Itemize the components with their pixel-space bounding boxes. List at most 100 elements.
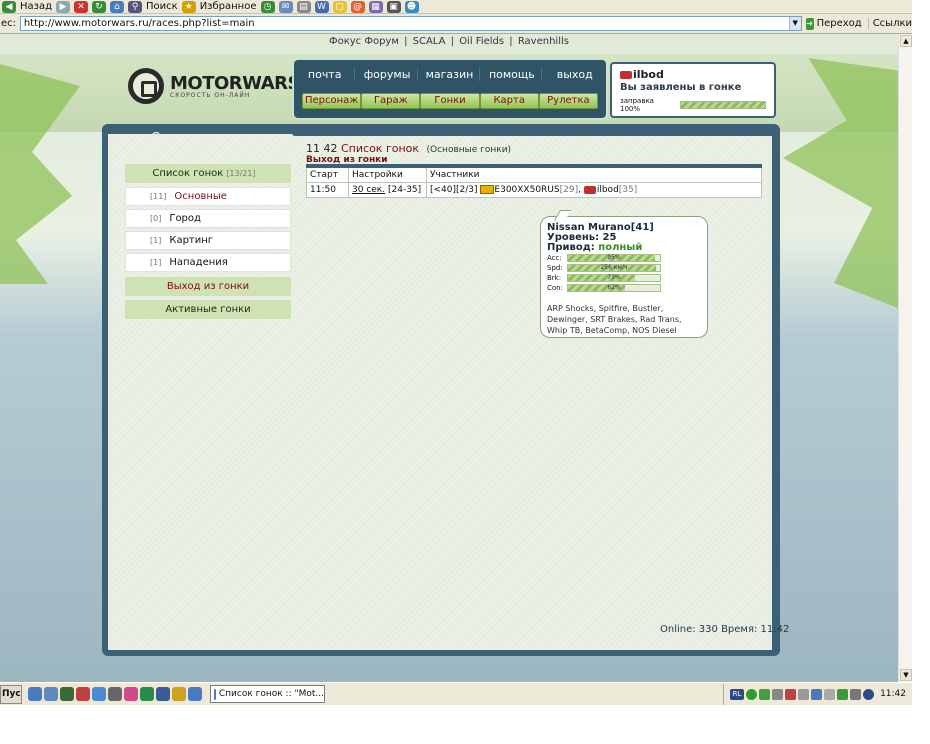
start-label: Пуск — [2, 689, 21, 699]
notes-icon[interactable]: ▢ — [332, 0, 347, 13]
tray-app-icon[interactable] — [837, 688, 849, 700]
ie2-icon[interactable] — [188, 687, 202, 701]
messenger-icon[interactable] — [92, 687, 106, 701]
winamp-icon[interactable] — [140, 687, 154, 701]
blank-area — [0, 705, 930, 744]
nav-forums[interactable]: форумы — [358, 68, 418, 81]
word-icon[interactable] — [156, 687, 170, 701]
top-link[interactable]: SCALA — [411, 36, 448, 47]
active-races-button[interactable]: Активные гонки — [125, 300, 291, 319]
stat-value: 95% — [607, 254, 621, 261]
main-menu: почта форумы магазин помощь выход Персон… — [292, 58, 608, 120]
desktop-icon[interactable] — [44, 687, 58, 701]
sidebar-item-label: Город — [169, 213, 201, 224]
refresh-icon[interactable]: ↻ — [92, 0, 107, 13]
fuel-bar-fill — [681, 102, 766, 108]
opera-icon[interactable] — [76, 687, 90, 701]
fuel-bar — [680, 101, 766, 109]
vertical-scrollbar[interactable]: ▲ ▼ — [898, 34, 912, 682]
roulette-button[interactable]: Рулетка — [538, 93, 599, 109]
sidebar-item-city[interactable]: [0] Город — [125, 209, 291, 228]
edit-icon[interactable]: W — [314, 0, 329, 13]
back-button[interactable]: Назад — [20, 1, 52, 12]
car-tooltip: Nissan Murano[41] Уровень: 25 Привод: по… — [540, 216, 708, 338]
network-icon[interactable] — [746, 688, 758, 700]
start-button[interactable]: Пуск — [0, 684, 22, 704]
participant-level: [29] — [559, 185, 579, 195]
sidebar-item-attacks[interactable]: [1] Нападения — [125, 253, 291, 272]
links-button[interactable]: Ссылки — [867, 18, 912, 29]
history-icon[interactable]: ◷ — [260, 0, 275, 13]
race-participants: [<40][2/3] E300XX50RUS[29], ilbod[35] — [426, 182, 762, 198]
language-indicator[interactable]: RL — [730, 688, 745, 700]
ie-icon[interactable] — [28, 687, 42, 701]
nav-shop[interactable]: магазин — [420, 68, 480, 81]
race-slots: [2/3] — [456, 185, 478, 195]
column-header: Старт — [306, 165, 349, 183]
search-button[interactable]: Поиск — [146, 1, 178, 12]
print-icon[interactable]: ▤ — [296, 0, 311, 13]
garage-button[interactable]: Гараж — [361, 93, 421, 109]
app-icon[interactable] — [108, 687, 122, 701]
player-icon[interactable] — [172, 687, 186, 701]
home-icon[interactable]: ⌂ — [110, 0, 125, 13]
address-input[interactable]: http://www.motorwars.ru/races.php?list=m… — [19, 16, 802, 31]
races-button[interactable]: Гонки — [420, 93, 480, 109]
search-icon[interactable]: ⚲ — [128, 0, 143, 13]
nav-logout[interactable]: выход — [545, 68, 605, 81]
stop-icon[interactable]: ✕ — [74, 0, 89, 13]
map-button[interactable]: Карта — [479, 93, 539, 109]
sidebar-item-count: [1] — [150, 258, 162, 267]
media-icon[interactable] — [124, 687, 138, 701]
tools-icon[interactable]: ▦ — [368, 0, 383, 13]
volume-icon[interactable] — [798, 688, 810, 700]
character-button[interactable]: Персонаж — [302, 93, 362, 109]
taskbar-window-button[interactable]: Список гонок :: "Mot... — [210, 685, 325, 703]
participant-name[interactable]: E300XX50RUS — [494, 185, 559, 195]
settings-link[interactable]: 30 сек. — [352, 185, 385, 195]
top-link[interactable]: Фокус Форум — [327, 36, 401, 47]
sidebar-item-karting[interactable]: [1] Картинг — [125, 231, 291, 250]
user-name[interactable]: ilbod — [633, 68, 664, 81]
people-icon[interactable]: ☻ — [404, 0, 419, 13]
tray-app-icon[interactable] — [850, 688, 862, 700]
settings-range: [24-35] — [387, 185, 422, 195]
research-icon[interactable]: ▣ — [386, 0, 401, 13]
tray-app-icon[interactable] — [772, 688, 784, 700]
tooltip-drive: Привод: полный — [547, 242, 701, 253]
info-icon[interactable] — [863, 688, 875, 700]
forward-icon[interactable]: ▶ — [56, 0, 71, 13]
sidebar-item-label: Картинг — [169, 235, 214, 246]
tray-app-icon[interactable] — [785, 688, 797, 700]
column-header: Настройки — [348, 165, 427, 183]
back-icon[interactable]: ◀ — [2, 0, 16, 13]
sidebar-item-race-list[interactable]: Список гонок [13/21] — [125, 164, 291, 183]
nav-mail[interactable]: почта — [295, 68, 356, 81]
column-header: Участники — [426, 165, 762, 183]
favorites-icon[interactable]: ★ — [181, 0, 196, 13]
browser-toolbar: ◀ Назад ▶ ✕ ↻ ⌂ ⚲ Поиск ★ Избранное ◷ ✉ … — [0, 0, 912, 14]
top-link[interactable]: Oil Fields — [457, 36, 506, 47]
chevron-down-icon[interactable]: ▼ — [788, 17, 801, 30]
favorites-button[interactable]: Избранное — [200, 1, 257, 12]
stat-value: 256 км/ч — [600, 264, 628, 271]
top-link[interactable]: Ravenhills — [516, 36, 571, 47]
nav-help[interactable]: помощь — [482, 68, 543, 81]
logo-icon — [128, 68, 164, 104]
sidebar-item-count: [11] — [150, 192, 167, 201]
stat-key: Con: — [547, 284, 563, 292]
go-button[interactable]: ➜ Переход — [805, 17, 862, 30]
scroll-down-icon[interactable]: ▼ — [900, 669, 912, 681]
tray-app-icon[interactable] — [811, 688, 823, 700]
tray-app-icon[interactable] — [759, 688, 771, 700]
exit-race-button[interactable]: Выход из гонки — [125, 277, 291, 296]
messenger-icon[interactable]: @ — [350, 0, 365, 13]
scroll-up-icon[interactable]: ▲ — [900, 35, 912, 47]
cmd-icon[interactable] — [60, 687, 74, 701]
tray-app-icon[interactable] — [824, 688, 836, 700]
mail-icon[interactable]: ✉ — [278, 0, 293, 13]
sidebar-item-label: Нападения — [169, 257, 228, 268]
user-flag-icon — [620, 71, 632, 79]
participant-name[interactable]: ilbod — [597, 185, 619, 195]
sidebar-item-main[interactable]: [11] Основные — [125, 187, 291, 206]
